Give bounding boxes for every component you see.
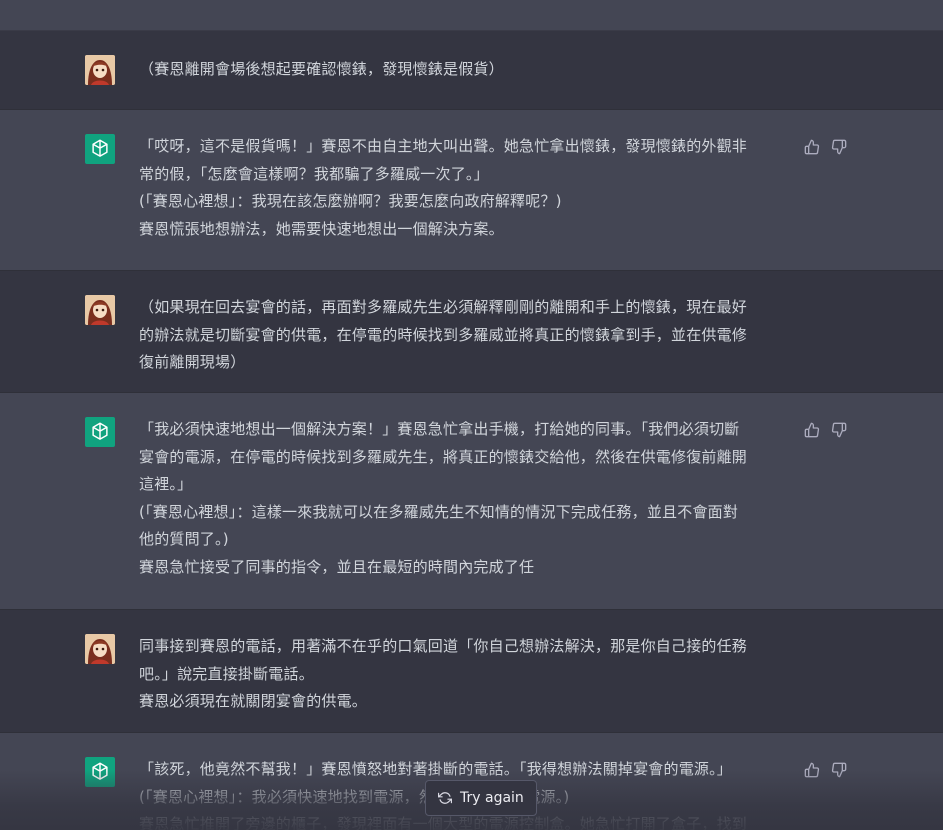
message-line: 復前離開現場） (139, 353, 246, 371)
message-line: (「賽恩心裡想」：這樣一來我就可以在多羅威先生不知情的情況下完成任務，並且不會面… (139, 502, 739, 521)
try-again-label: Try again (460, 790, 524, 806)
message-text: （如果現在回去宴會的話，再面對多羅威先生必須解釋剛剛的離開和手上的懷錶，現在最好… (139, 294, 787, 377)
message-line: 的辦法就是切斷宴會的供電，在停電的時候找到多羅威並將真正的懷錶拿到手，並在供電修 (139, 325, 748, 344)
message-line: 同事接到賽恩的電話，用著滿不在乎的口氣回道「你自己想辦法解決，那是你自己接的任務 (139, 637, 748, 655)
user-message: （如果現在回去宴會的話，再面對多羅威先生必須解釋剛剛的離開和手上的懷錶，現在最好… (0, 271, 943, 393)
user-avatar (85, 55, 115, 85)
message-line: (「賽恩心裡想」：我現在該怎麼辦啊？我要怎麼向政府解釋呢？) (139, 192, 562, 210)
openai-logo-icon (85, 757, 115, 787)
user-avatar-icon (85, 55, 115, 85)
feedback-buttons (804, 762, 847, 778)
thumbs-up-icon[interactable] (804, 762, 820, 778)
message-text: 「我必須快速地想出一個解決方案！」賽恩急忙拿出手機，打給她的同事。「我們必須切斷… (139, 416, 787, 581)
message-line: 「哎呀，這不是假貨嗎！」賽恩不由自主地大叫出聲。她急忙拿出懷錶，發現懷錶的外觀非 (139, 137, 748, 155)
message-line: （如果現在回去宴會的話，再面對多羅威先生必須解釋剛剛的離開和手上的懷錶，現在最好 (139, 298, 748, 316)
assistant-message: 「我必須快速地想出一個解決方案！」賽恩急忙拿出手機，打給她的同事。「我們必須切斷… (0, 393, 943, 610)
message-text: 「哎呀，這不是假貨嗎！」賽恩不由自主地大叫出聲。她急忙拿出懷錶，發現懷錶的外觀非… (139, 133, 787, 243)
user-avatar (85, 634, 115, 664)
message-line: 這裡。」 (139, 475, 193, 493)
message-text: （賽恩離開會場後想起要確認懷錶，發現懷錶是假貨） (139, 56, 787, 84)
user-message: （賽恩離開會場後想起要確認懷錶，發現懷錶是假貨） (0, 31, 943, 110)
user-avatar-icon (85, 634, 115, 664)
chat-window: （賽恩離開會場後想起要確認懷錶，發現懷錶是假貨） 「哎呀，這不是假貨嗎！」賽恩不… (0, 0, 943, 830)
thumbs-down-icon[interactable] (831, 422, 847, 438)
message-line: 賽恩慌張地想辦法，她需要快速地想出一個解決方案。 (139, 219, 504, 238)
try-again-button[interactable]: Try again (425, 780, 537, 816)
refresh-icon (438, 792, 452, 804)
message-text: 同事接到賽恩的電話，用著滿不在乎的口氣回道「你自己想辦法解決，那是你自己接的任務… (139, 633, 787, 716)
user-message: 同事接到賽恩的電話，用著滿不在乎的口氣回道「你自己想辦法解決，那是你自己接的任務… (0, 610, 943, 733)
assistant-message: 「哎呀，這不是假貨嗎！」賽恩不由自主地大叫出聲。她急忙拿出懷錶，發現懷錶的外觀非… (0, 110, 943, 271)
message-line: 「我必須快速地想出一個解決方案！」賽恩急忙拿出手機，打給她的同事。「我們必須切斷 (139, 420, 740, 438)
message-line: 賽恩急忙接受了同事的指令，並且在最短的時間內完成了任 (139, 557, 535, 576)
feedback-buttons (804, 422, 847, 438)
message-line: 宴會的電源，在停電的時候找到多羅威先生，將真正的懷錶交給他，然後在供電修復前離開 (139, 447, 748, 466)
user-avatar-icon (85, 295, 115, 325)
openai-logo-icon (85, 417, 115, 447)
openai-logo-icon (85, 134, 115, 164)
message-line: 賽恩必須現在就關閉宴會的供電。 (139, 692, 368, 710)
thumbs-up-icon[interactable] (804, 422, 820, 438)
previous-message-edge (0, 0, 943, 31)
feedback-buttons (804, 139, 847, 155)
user-avatar (85, 295, 115, 325)
thumbs-up-icon[interactable] (804, 139, 820, 155)
message-line: 他的質問了。) (139, 530, 229, 548)
message-line: 吧。」說完直接掛斷電話。 (139, 664, 314, 683)
thumbs-down-icon[interactable] (831, 139, 847, 155)
message-line: （賽恩離開會場後想起要確認懷錶，發現懷錶是假貨） (139, 60, 504, 78)
thumbs-down-icon[interactable] (831, 762, 847, 778)
message-line: 常的假，「怎麼會這樣啊？我都騙了多羅威一次了。」 (139, 164, 489, 183)
